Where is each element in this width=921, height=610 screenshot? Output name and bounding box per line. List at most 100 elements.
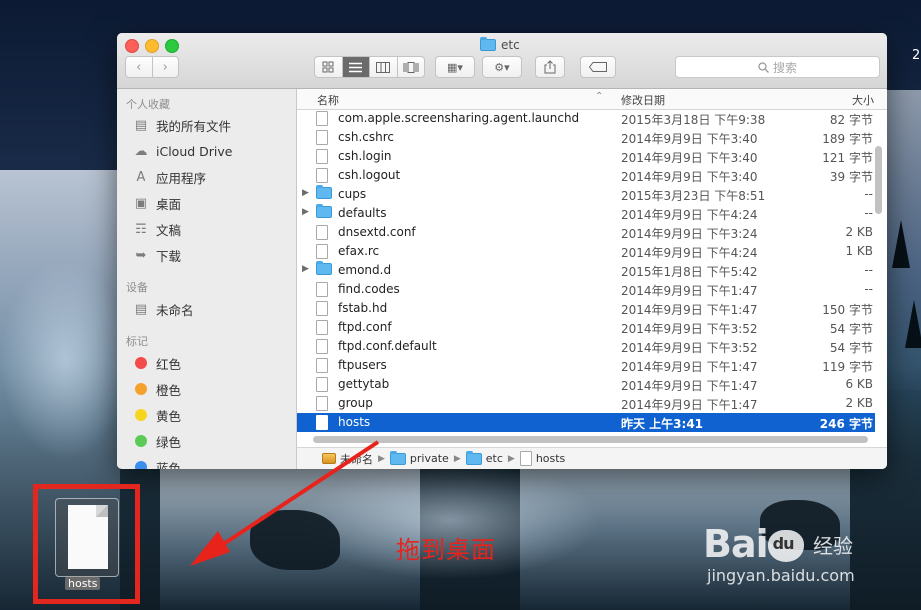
vertical-scrollbar[interactable] xyxy=(875,146,882,214)
file-row[interactable]: fstab.hd 2014年9月9日 下午1:47 150 字节 xyxy=(297,299,875,318)
file-row-selected-hosts[interactable]: hosts 昨天 上午3:41 246 字节 xyxy=(297,413,875,432)
chevron-left-icon: ‹ xyxy=(136,59,142,75)
sidebar-item-tag-orange[interactable]: 橙色 xyxy=(133,379,181,399)
sidebar-item-tag-yellow[interactable]: 黄色 xyxy=(133,405,181,425)
file-row[interactable]: ftpusers 2014年9月9日 下午1:47 119 字节 xyxy=(297,356,875,375)
share-button[interactable] xyxy=(535,56,565,78)
navigation-buttons: ‹ › xyxy=(125,56,179,78)
path-item-etc[interactable]: etc xyxy=(465,450,503,465)
zoom-window-button[interactable] xyxy=(165,39,179,53)
sidebar-item-tag-green[interactable]: 绿色 xyxy=(133,431,181,451)
document-icon xyxy=(316,301,328,316)
share-icon xyxy=(544,60,556,74)
search-placeholder: 搜索 xyxy=(772,60,797,75)
tag-button[interactable] xyxy=(580,56,616,78)
sidebar-item-label: 橙色 xyxy=(156,382,182,398)
arrange-menu-button[interactable]: ▦▾ xyxy=(435,56,475,78)
folder-icon xyxy=(480,37,496,51)
minimize-window-button[interactable] xyxy=(145,39,159,53)
file-date: 2015年1月8日 下午5:42 xyxy=(621,265,758,279)
path-item-private[interactable]: private xyxy=(389,450,449,465)
document-icon xyxy=(316,396,328,411)
file-size: -- xyxy=(864,206,873,220)
sidebar-header-favorites: 个人收藏 xyxy=(126,98,170,111)
file-row[interactable]: ftpd.conf.default 2014年9月9日 下午3:52 54 字节 xyxy=(297,337,875,356)
disclosure-triangle-icon[interactable]: ▶ xyxy=(302,264,309,274)
folder-row[interactable]: ▶ emond.d 2015年1月8日 下午5:42 -- xyxy=(297,261,875,280)
annotation-text: 拖到桌面 xyxy=(396,536,496,564)
back-button[interactable]: ‹ xyxy=(126,57,152,77)
search-icon xyxy=(758,61,769,73)
file-size: 119 字节 xyxy=(822,360,873,374)
paw-icon xyxy=(767,530,804,562)
folder-icon xyxy=(316,204,332,218)
document-icon xyxy=(316,377,328,392)
sidebar-item-label: 绿色 xyxy=(156,434,182,450)
desktop-file-hosts[interactable] xyxy=(55,498,119,577)
sidebar-item-documents[interactable]: ☶ 文稿 xyxy=(133,219,181,239)
file-row[interactable]: ftpd.conf 2014年9月9日 下午3:52 54 字节 xyxy=(297,318,875,337)
sidebar-item-tag-blue[interactable]: 蓝色 xyxy=(133,457,181,469)
file-row[interactable]: dnsextd.conf 2014年9月9日 下午3:24 2 KB xyxy=(297,223,875,242)
column-header-name[interactable]: 名称 xyxy=(317,92,339,108)
document-icon xyxy=(316,244,328,259)
file-name: ftpd.conf.default xyxy=(338,339,437,353)
folder-icon xyxy=(316,185,332,199)
column-header-date[interactable]: 修改日期 xyxy=(621,92,665,108)
sidebar-item-icloud-drive[interactable]: ☁ iCloud Drive xyxy=(133,141,233,161)
file-row[interactable]: com.apple.screensharing.agent.launchd 20… xyxy=(297,109,875,128)
document-icon xyxy=(316,415,328,430)
file-date: 2014年9月9日 下午1:47 xyxy=(621,379,758,393)
list-view-button[interactable] xyxy=(341,57,369,77)
search-field[interactable]: 搜索 xyxy=(675,56,880,78)
sidebar-item-label: 我的所有文件 xyxy=(156,118,232,134)
file-name: find.codes xyxy=(338,282,400,296)
path-item-hosts[interactable]: hosts xyxy=(519,451,565,466)
file-row[interactable]: csh.login 2014年9月9日 下午3:40 121 字节 xyxy=(297,147,875,166)
cover-flow-button[interactable] xyxy=(396,57,425,77)
sidebar-item-label: 文稿 xyxy=(156,222,182,238)
icon-view-button[interactable] xyxy=(315,57,342,77)
desktop-icon: ▣ xyxy=(134,195,148,211)
sidebar-item-desktop[interactable]: ▣ 桌面 xyxy=(133,193,181,213)
file-row[interactable]: csh.logout 2014年9月9日 下午3:40 39 字节 xyxy=(297,166,875,185)
sidebar-item-downloads[interactable]: ➥ 下载 xyxy=(133,245,181,265)
file-row[interactable]: efax.rc 2014年9月9日 下午4:24 1 KB xyxy=(297,242,875,261)
forward-button[interactable]: › xyxy=(151,57,179,77)
sidebar-item-untitled-disk[interactable]: ▤ 未命名 xyxy=(133,299,194,319)
sidebar-item-label: 蓝色 xyxy=(156,460,182,470)
file-row[interactable]: csh.cshrc 2014年9月9日 下午3:40 189 字节 xyxy=(297,128,875,147)
sidebar-item-all-my-files[interactable]: ▤ 我的所有文件 xyxy=(133,115,231,135)
file-row[interactable]: find.codes 2014年9月9日 下午1:47 -- xyxy=(297,280,875,299)
window-title-text: etc xyxy=(501,38,520,52)
folder-row[interactable]: ▶ defaults 2014年9月9日 下午4:24 -- xyxy=(297,204,875,223)
close-window-button[interactable] xyxy=(125,39,139,53)
file-size: 121 字节 xyxy=(822,151,873,165)
disk-icon xyxy=(322,453,336,464)
applications-icon: A xyxy=(136,169,146,185)
column-header-size[interactable]: 大小 xyxy=(852,92,874,108)
disclosure-triangle-icon[interactable]: ▶ xyxy=(302,188,309,198)
file-date: 2014年9月9日 下午4:24 xyxy=(621,246,758,260)
file-row[interactable]: gettytab 2014年9月9日 下午1:47 6 KB xyxy=(297,375,875,394)
file-date: 昨天 上午3:41 xyxy=(621,417,704,431)
column-view-button[interactable] xyxy=(369,57,397,77)
path-item-disk[interactable]: 未命名 xyxy=(322,451,373,467)
sidebar-item-tag-red[interactable]: 红色 xyxy=(133,353,181,373)
gear-icon: ⚙▾ xyxy=(494,60,510,74)
file-row[interactable]: group 2014年9月9日 下午1:47 2 KB xyxy=(297,394,875,413)
file-name: emond.d xyxy=(338,263,392,277)
folder-row[interactable]: ▶ cups 2015年3月23日 下午8:51 -- xyxy=(297,185,875,204)
disk-icon: ▤ xyxy=(134,301,148,317)
red-tag-dot xyxy=(135,357,147,369)
horizontal-scrollbar[interactable] xyxy=(313,436,868,443)
file-name: gettytab xyxy=(338,377,390,391)
sidebar-item-applications[interactable]: A 应用程序 xyxy=(133,167,206,187)
path-label: private xyxy=(409,452,449,465)
sidebar-item-label: 未命名 xyxy=(156,302,194,318)
sidebar-item-label: iCloud Drive xyxy=(156,143,233,159)
file-name: com.apple.screensharing.agent.launchd xyxy=(338,111,580,125)
downloads-icon: ➥ xyxy=(135,247,147,263)
disclosure-triangle-icon[interactable]: ▶ xyxy=(302,207,309,217)
action-menu-button[interactable]: ⚙▾ xyxy=(482,56,522,78)
